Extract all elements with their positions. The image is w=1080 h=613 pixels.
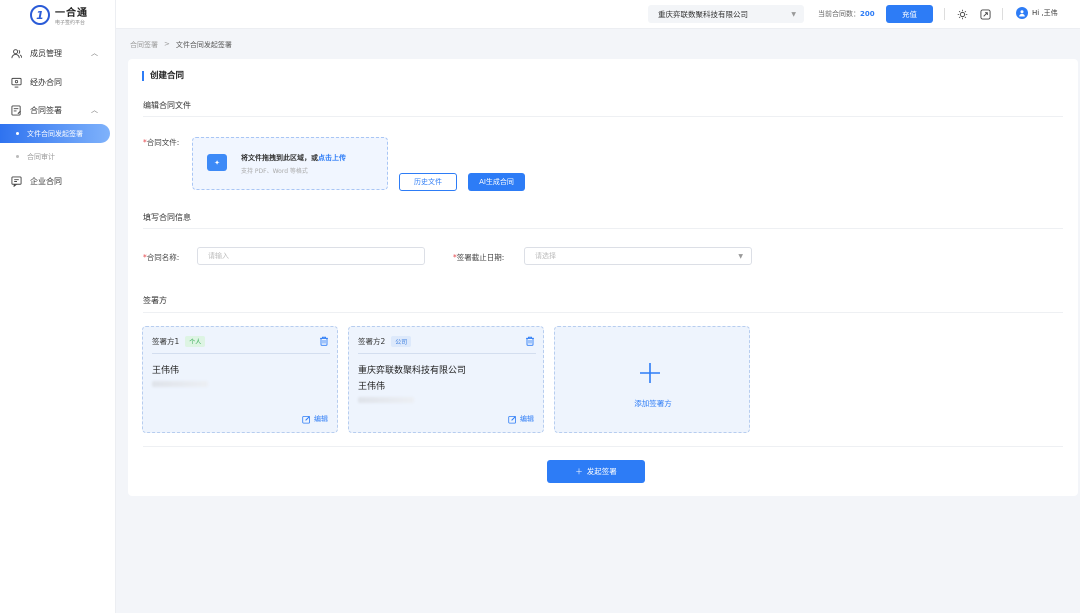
upload-link[interactable]: 点击上传: [318, 154, 346, 162]
file-label: *合同文件:: [143, 138, 180, 147]
company-name: 重庆弈联数聚科技有限公司: [658, 9, 748, 19]
divider: [143, 116, 1063, 117]
plus-icon: [638, 361, 662, 385]
page-title: 创建合同: [142, 71, 184, 81]
redacted-contact: [152, 381, 208, 387]
topbar: 重庆弈联数聚科技有限公司 ▼ 当前合同数：200 充值 Hi ,王伟: [116, 0, 1080, 29]
user-menu[interactable]: Hi ,王伟: [1016, 7, 1058, 19]
history-files-button[interactable]: 历史文件: [399, 173, 457, 191]
sidebar-item-handled-contracts[interactable]: 经办合同: [0, 72, 110, 92]
file-upload-dropzone[interactable]: ✦ 将文件拖拽到此区域，或点击上传 支持 PDF、Word 等格式: [192, 137, 388, 190]
monitor-icon: [10, 76, 22, 88]
contract-name-input[interactable]: 请输入: [197, 247, 425, 265]
edit-icon: [508, 415, 517, 424]
ai-generate-button[interactable]: AI生成合同: [468, 173, 525, 191]
breadcrumb-separator: >: [164, 40, 170, 48]
caret-down-icon: ▼: [791, 10, 796, 18]
folder-upload-icon: ✦: [207, 154, 227, 171]
chevron-up-icon: ︿: [91, 49, 98, 57]
contract-count-value: 200: [860, 10, 875, 18]
signer-name: 王伟伟: [358, 382, 386, 392]
signer-type-badge: 公司: [391, 336, 412, 347]
edit-label: 编辑: [520, 415, 534, 423]
caret-down-icon: ▼: [738, 252, 743, 260]
user-avatar-icon: [1016, 7, 1028, 19]
section-title-file: 编辑合同文件: [143, 101, 191, 110]
deadline-placeholder: 请选择: [535, 252, 556, 260]
chevron-up-icon: ︿: [91, 106, 98, 114]
divider: [143, 312, 1063, 313]
contract-name-label: *合同名称:: [143, 253, 180, 262]
sidebar-item-label: 经办合同: [30, 77, 62, 87]
trash-icon[interactable]: [319, 336, 329, 346]
trash-icon[interactable]: [525, 336, 535, 346]
redacted-contact: [358, 397, 414, 403]
section-title-info: 填写合同信息: [143, 213, 191, 222]
edit-signer-button[interactable]: 编辑: [302, 414, 328, 424]
deadline-select[interactable]: 请选择 ▼: [524, 247, 752, 265]
bullet-dot: [16, 132, 19, 135]
create-contract-card: 创建合同 编辑合同文件 *合同文件: ✦ 将文件拖拽到此区域，或点击上传 支持 …: [128, 59, 1078, 496]
logo-mark: 1: [30, 5, 50, 25]
chat-doc-icon: [10, 175, 22, 187]
sidebar-subitem-label: 文件合同发起签署: [27, 129, 83, 138]
deadline-label: *签署截止日期:: [453, 253, 505, 262]
sidebar-item-label: 成员管理: [30, 48, 62, 58]
divider: [358, 353, 536, 354]
breadcrumb-current: 文件合同发起签署: [175, 41, 232, 49]
edit-doc-icon: [10, 104, 22, 116]
sun-icon[interactable]: [956, 8, 968, 20]
contract-name-placeholder: 请输入: [208, 252, 229, 260]
edit-label: 编辑: [314, 415, 328, 423]
edit-signer-button[interactable]: 编辑: [508, 414, 534, 424]
sidebar-item-member-management[interactable]: 成员管理 ︿: [0, 43, 110, 63]
sidebar-item-label: 企业合同: [30, 176, 62, 186]
submit-label: 发起签署: [586, 467, 617, 476]
divider: [152, 353, 330, 354]
company-select[interactable]: 重庆弈联数聚科技有限公司 ▼: [648, 5, 804, 23]
add-signer-label: 添加签署方: [634, 399, 672, 408]
sidebar-item-contract-signing[interactable]: 合同签署 ︿: [0, 100, 110, 120]
section-title-signers: 签署方: [143, 296, 167, 305]
sidebar: 1 一合通 电子签约平台 成员管理 ︿ 经办合同 合同签署 ︿ 文件合同发起签署…: [0, 0, 116, 613]
contract-count: 当前合同数：200: [818, 9, 875, 19]
signer-name: 王伟伟: [152, 366, 180, 376]
breadcrumb: 合同签署 > 文件合同发起签署: [130, 40, 232, 50]
sidebar-subitem-label: 合同审计: [27, 152, 55, 161]
edit-icon: [302, 415, 311, 424]
signer-card-1: 签署方1 个人 王伟伟 编辑: [142, 326, 338, 433]
signer-title: 签署方2: [358, 337, 386, 346]
add-signer-button[interactable]: 添加签署方: [554, 326, 750, 433]
bullet-dot: [16, 155, 19, 158]
signer-company: 重庆弈联数聚科技有限公司: [358, 366, 467, 376]
signer-title: 签署方1: [152, 337, 180, 346]
divider: [1002, 8, 1003, 20]
submit-signing-button[interactable]: ＋ 发起签署: [547, 460, 645, 483]
divider: [143, 446, 1063, 447]
logo-title: 一合通: [55, 8, 88, 19]
logo-subtitle: 电子签约平台: [55, 20, 86, 26]
sidebar-item-label: 合同签署: [30, 105, 62, 115]
user-greeting: Hi ,王伟: [1032, 9, 1058, 17]
sidebar-item-enterprise-contracts[interactable]: 企业合同: [0, 171, 110, 191]
users-icon: [10, 47, 22, 59]
upload-hint: 支持 PDF、Word 等格式: [241, 168, 308, 175]
app-logo[interactable]: 1 一合通 电子签约平台: [30, 4, 88, 26]
breadcrumb-parent[interactable]: 合同签署: [130, 40, 158, 50]
upload-instruction: 将文件拖拽到此区域，或点击上传: [241, 154, 346, 162]
signer-card-2: 签署方2 公司 重庆弈联数聚科技有限公司 王伟伟 编辑: [348, 326, 544, 433]
divider: [143, 228, 1063, 229]
recharge-button[interactable]: 充值: [886, 5, 933, 23]
divider: [944, 8, 945, 20]
fullscreen-icon[interactable]: [979, 8, 991, 20]
contract-count-label: 当前合同数：: [818, 10, 860, 18]
sidebar-subitem-file-contract-signing[interactable]: 文件合同发起签署: [0, 124, 110, 143]
signer-type-badge: 个人: [185, 336, 206, 347]
sidebar-subitem-contract-audit[interactable]: 合同审计: [0, 147, 110, 166]
plus-icon: ＋: [575, 467, 583, 476]
